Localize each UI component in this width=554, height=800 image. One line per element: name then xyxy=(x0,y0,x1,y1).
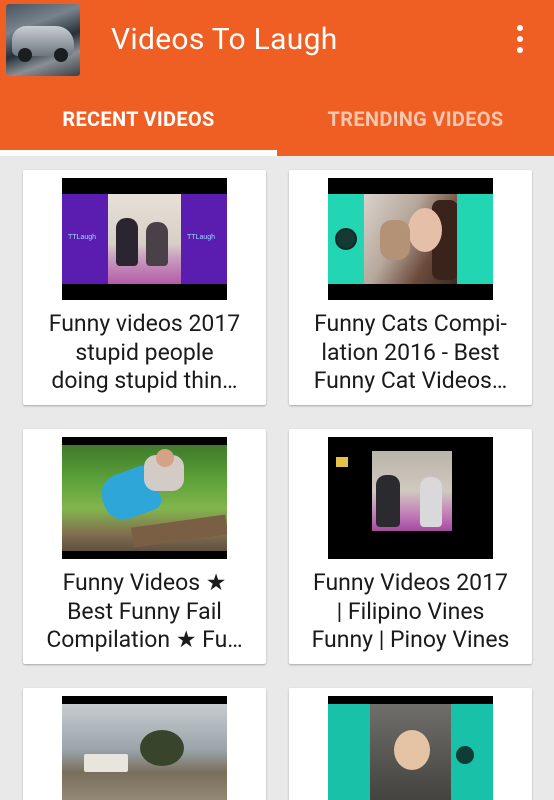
thumbnail-cat xyxy=(380,220,410,260)
video-title[interactable]: Funny Videos 2017 | Filipino Vines Funny… xyxy=(299,569,522,655)
video-card[interactable] xyxy=(23,688,266,800)
thumbnail-truck xyxy=(84,754,128,772)
tab-recent-videos[interactable]: RECENT VIDEOS xyxy=(0,82,277,156)
video-card[interactable]: Funny videos 2017 stupid people doing st… xyxy=(23,170,266,405)
video-thumbnail[interactable] xyxy=(62,437,227,559)
thumbnail-band xyxy=(62,194,108,284)
video-card[interactable]: Funny Videos 2017 | Filipino Vines Funny… xyxy=(289,429,532,664)
video-thumbnail[interactable] xyxy=(62,178,227,300)
video-title[interactable]: Funny Cats Compi- lation 2016 - Best Fun… xyxy=(299,310,522,396)
video-title[interactable]: Funny Videos ★ Best Funny Fail Compilati… xyxy=(33,569,256,655)
app-thumbnail-image[interactable] xyxy=(6,4,80,76)
app-title: Videos To Laugh xyxy=(111,22,338,57)
thumbnail-person xyxy=(394,730,430,770)
overflow-dot xyxy=(517,36,523,42)
video-card[interactable]: Funny Videos ★ Best Funny Fail Compilati… xyxy=(23,429,266,664)
video-card[interactable] xyxy=(289,688,532,800)
overflow-dot xyxy=(517,25,523,31)
video-thumbnail[interactable] xyxy=(62,696,227,800)
thumbnail-band xyxy=(181,194,227,284)
more-vert-icon[interactable] xyxy=(505,22,535,56)
video-card[interactable]: Funny Cats Compi- lation 2016 - Best Fun… xyxy=(289,170,532,405)
overflow-dot xyxy=(517,47,523,53)
car-wheel xyxy=(18,48,32,62)
tab-trending-videos[interactable]: TRENDING VIDEOS xyxy=(277,82,554,156)
video-title[interactable]: Funny videos 2017 stupid people doing st… xyxy=(33,310,256,396)
thumbnail-person xyxy=(408,208,442,252)
app-bar: Videos To Laugh RECENT VIDEOS TRENDING V… xyxy=(0,0,554,156)
thumbnail-person xyxy=(376,475,400,527)
video-thumbnail[interactable] xyxy=(328,437,493,559)
car-wheel xyxy=(54,48,68,62)
thumbnail-tree xyxy=(140,730,184,766)
tab-indicator xyxy=(0,150,277,156)
thumbnail-person xyxy=(116,218,138,266)
thumbnail-badge xyxy=(336,457,348,467)
thumbnail-person xyxy=(156,449,174,467)
video-thumbnail[interactable] xyxy=(328,696,493,800)
thumbnail-band xyxy=(457,194,493,284)
thumbnail-person xyxy=(420,477,442,527)
vine-logo-icon xyxy=(456,746,474,764)
video-thumbnail[interactable] xyxy=(328,178,493,300)
thumbnail-person xyxy=(146,222,168,266)
channel-logo-icon xyxy=(335,228,357,250)
